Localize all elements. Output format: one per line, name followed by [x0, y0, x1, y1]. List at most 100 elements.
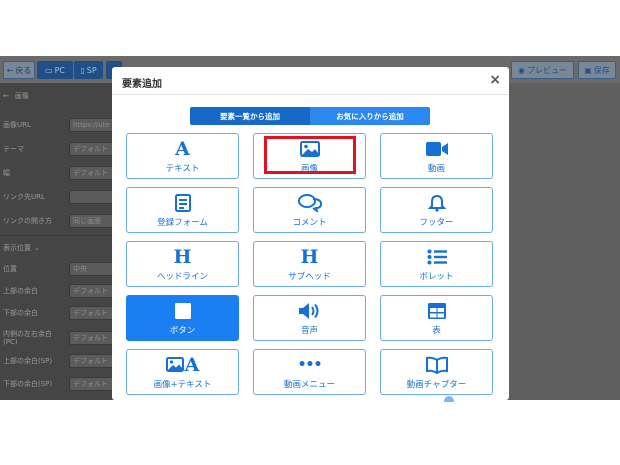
width-select[interactable]: デフォルト — [69, 166, 115, 180]
modal-tabs: 要素一覧から追加 お気に入りから追加 — [190, 107, 430, 125]
link-target-select[interactable]: 同じ画面 — [69, 214, 115, 228]
element-tile-subhead[interactable]: H サブヘッド — [253, 241, 366, 287]
element-tile-label: 登録フォーム — [157, 217, 208, 228]
setting-row: 上部の余白(SP) デフォルト — [3, 353, 115, 369]
sp-view-label: SP — [86, 65, 97, 75]
smartphone-icon: ▯ — [80, 65, 85, 75]
back-button[interactable]: ← 戻る — [3, 61, 35, 79]
book-icon — [425, 355, 449, 375]
highlight-annotation — [264, 136, 356, 174]
element-tile-image-text[interactable]: A 画像+テキスト — [126, 349, 239, 395]
bottom-margin-sp-select[interactable]: デフォルト — [69, 377, 115, 391]
element-tile-label: ヘッドライン — [156, 271, 208, 282]
setting-row: 幅 デフォルト — [3, 165, 115, 181]
chevron-down-icon: ⌄ — [34, 244, 40, 252]
pc-view-label: PC — [54, 65, 65, 75]
setting-row: 下部の余白(SP) デフォルト — [3, 376, 115, 392]
subhead-icon: H — [300, 245, 319, 268]
setting-label: リンク先URL — [3, 193, 45, 201]
element-tile-audio[interactable]: 音声 — [253, 295, 366, 341]
element-tile-label: ボタン — [169, 325, 196, 336]
back-button-label: 戻る — [15, 65, 32, 75]
table-icon — [427, 301, 447, 321]
save-button-label: 保存 — [593, 65, 610, 75]
element-tile-label: 動画チャプター — [406, 379, 467, 390]
monitor-icon: ▭ — [45, 65, 53, 75]
bottom-margin-select[interactable]: デフォルト — [69, 306, 115, 320]
button-square-icon — [174, 301, 192, 321]
element-tile-video[interactable]: 動画 — [380, 133, 493, 179]
setting-label: リンクの開き方 — [3, 217, 52, 225]
element-tile-label: 音声 — [300, 325, 318, 336]
theme-select[interactable]: デフォルト — [69, 142, 115, 156]
panel-header-label: 画像 — [14, 92, 29, 100]
setting-row: リンクの開き方 同じ画面 — [3, 213, 115, 229]
element-tile-video-menu[interactable]: ••• 動画メニュー — [253, 349, 366, 395]
comment-icon — [297, 193, 322, 213]
element-tile-footer[interactable]: フッター — [380, 187, 493, 233]
element-tile-label: コメント — [292, 217, 327, 228]
element-tile-label: テキスト — [165, 163, 200, 174]
element-tile-label: サブヘッド — [288, 271, 331, 282]
inner-padding-select[interactable]: デフォルト — [69, 331, 115, 345]
scroll-indicator[interactable] — [444, 396, 454, 402]
sp-view-button[interactable]: ▯ SP — [74, 61, 103, 79]
bell-icon — [427, 193, 446, 213]
text-glyph: A — [184, 353, 200, 376]
element-tile-table[interactable]: 表 — [380, 295, 493, 341]
element-tile-label: 表 — [432, 325, 441, 336]
modal-title: 要素追加 — [122, 79, 162, 90]
pc-view-button[interactable]: ▭ PC — [37, 61, 73, 79]
element-tile-button[interactable]: ボタン — [126, 295, 239, 341]
section-header[interactable]: 表示位置 ⌄ — [3, 240, 112, 256]
setting-label: 上部の余白 — [3, 287, 38, 295]
save-button[interactable]: ▣ 保存 — [578, 61, 616, 79]
element-tile-video-chapter[interactable]: 動画チャプター — [380, 349, 493, 395]
link-url-field[interactable] — [69, 190, 115, 204]
video-icon — [425, 139, 449, 159]
setting-row: 画像URL https://ute — [3, 117, 115, 133]
setting-row: テーマ デフォルト — [3, 141, 115, 157]
preview-button-label: プレビュー — [526, 65, 567, 75]
setting-label: 幅 — [3, 169, 10, 177]
setting-label: 内側の左右余白(PC) — [3, 330, 52, 346]
more-dots-icon: ••• — [297, 356, 323, 373]
element-tile-label: 動画メニュー — [283, 379, 335, 390]
panel-header: ← 画像 — [3, 88, 112, 104]
setting-row: 内側の左右余白(PC) デフォルト — [3, 327, 115, 349]
setting-label: 上部の余白(SP) — [3, 357, 53, 365]
setting-row: 下部の余白 デフォルト — [3, 305, 115, 321]
modal-header: 要素追加 × — [112, 67, 509, 95]
element-tile-label: ボレット — [419, 271, 454, 282]
setting-label: 下部の余白(SP) — [3, 380, 53, 388]
form-icon — [174, 193, 192, 213]
text-icon: A — [175, 137, 190, 160]
left-settings-panel: ← 画像 画像URL https://ute テーマ デフォルト 幅 デフォルト… — [0, 83, 115, 400]
top-margin-sp-select[interactable]: デフォルト — [69, 354, 115, 368]
image-text-icon: A — [165, 353, 200, 376]
headline-icon: H — [173, 245, 192, 268]
close-icon[interactable]: × — [489, 72, 501, 88]
tab-element-list[interactable]: 要素一覧から追加 — [190, 107, 310, 125]
save-icon: ▣ — [584, 65, 592, 75]
section-label: 表示位置 — [3, 244, 31, 252]
top-margin-select[interactable]: デフォルト — [69, 284, 115, 298]
arrow-left-icon[interactable]: ← — [3, 92, 9, 100]
eye-icon: ◉ — [518, 65, 525, 75]
element-tile-bullet[interactable]: ボレット — [380, 241, 493, 287]
add-element-modal: 要素追加 × 要素一覧から追加 お気に入りから追加 A テキスト 画像 動画 登… — [112, 67, 509, 400]
element-tile-form[interactable]: 登録フォーム — [126, 187, 239, 233]
element-tile-label: 画像+テキスト — [153, 379, 212, 390]
position-select[interactable]: 中央 — [69, 262, 115, 276]
setting-row: 上部の余白 デフォルト — [3, 283, 115, 299]
image-url-field[interactable]: https://ute — [69, 118, 115, 132]
speaker-icon — [298, 301, 322, 321]
element-tile-headline[interactable]: H ヘッドライン — [126, 241, 239, 287]
setting-label: 位置 — [3, 265, 17, 273]
element-tile-comment[interactable]: コメント — [253, 187, 366, 233]
tab-favorites[interactable]: お気に入りから追加 — [310, 107, 430, 125]
element-tile-text[interactable]: A テキスト — [126, 133, 239, 179]
element-tile-label: 動画 — [427, 163, 445, 174]
preview-button[interactable]: ◉ プレビュー — [511, 61, 574, 79]
element-tile-label: フッター — [419, 217, 454, 228]
